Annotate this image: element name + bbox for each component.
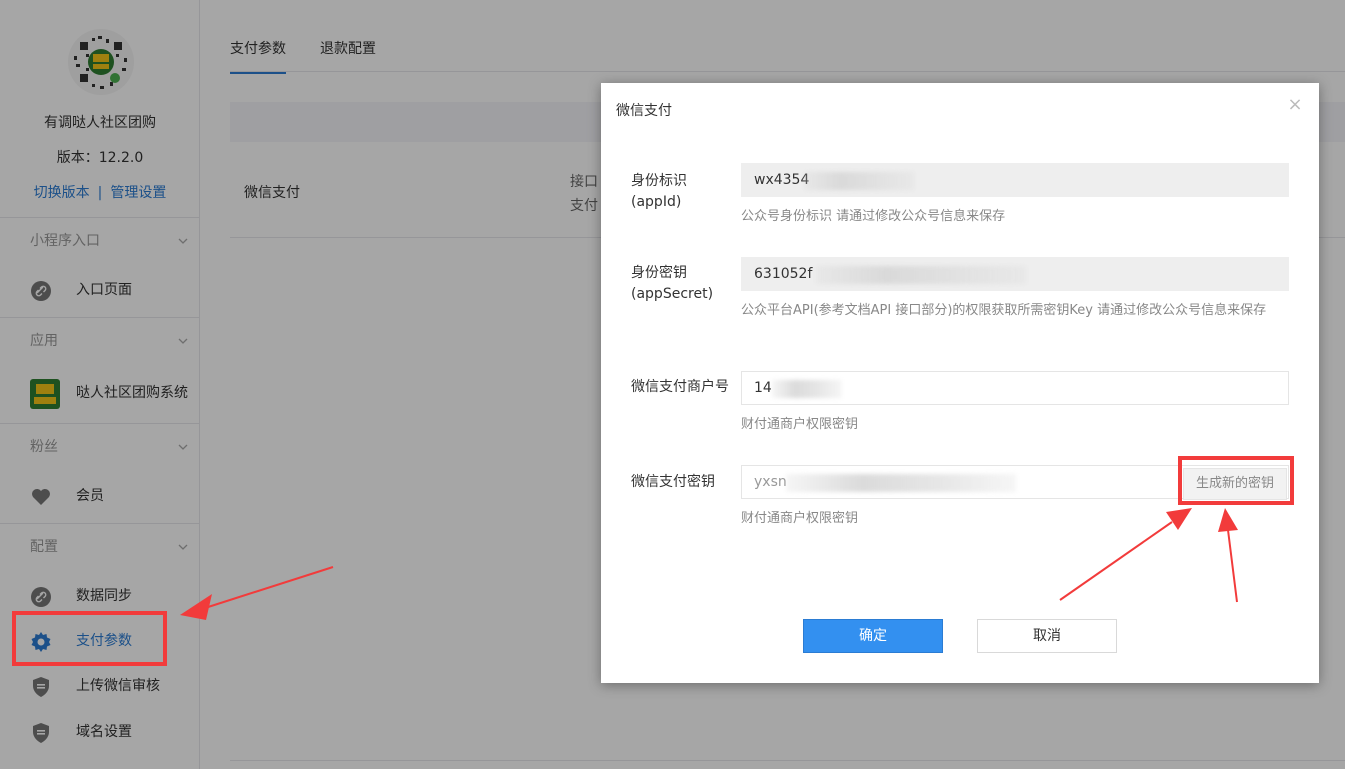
appsecret-field[interactable]: 631052f xyxy=(741,257,1289,291)
merchant-id-field[interactable]: 14 xyxy=(741,371,1289,405)
annotation-highlight-generate-key xyxy=(1178,456,1294,505)
appid-field[interactable]: wx4354 xyxy=(741,163,1289,197)
pay-key-label: 微信支付密钥 xyxy=(631,474,715,490)
appsecret-label-line: (appSecret) xyxy=(631,286,714,302)
appsecret-help: 公众平台API(参考文档API 接口部分)的权限获取所需密钥Key 请通过修改公… xyxy=(741,303,1267,318)
appid-label-line: (appId) xyxy=(631,194,682,210)
redaction-blur xyxy=(804,172,914,190)
redaction-blur xyxy=(772,380,842,398)
merchant-id-label: 微信支付商户号 xyxy=(631,379,729,395)
appid-help: 公众号身份标识 请通过修改公众号信息来保存 xyxy=(741,209,1006,224)
cancel-button[interactable]: 取消 xyxy=(977,619,1117,653)
appsecret-label-line: 身份密钥 xyxy=(631,265,687,281)
appid-value: wx4354 xyxy=(754,172,810,188)
redaction-blur xyxy=(816,266,1026,284)
annotation-highlight-payment-params xyxy=(12,611,167,666)
wechat-pay-dialog: 微信支付 × 身份标识 (appId) wx4354 公众号身份标识 请通过修改… xyxy=(601,83,1319,683)
dialog-title: 微信支付 xyxy=(616,103,672,119)
appsecret-label: 身份密钥 (appSecret) xyxy=(631,263,713,305)
merchant-id-value: 14 xyxy=(754,380,772,396)
pay-key-value: yxsn xyxy=(754,474,787,490)
redaction-blur xyxy=(786,474,1016,492)
appid-label: 身份标识 (appId) xyxy=(631,171,687,213)
confirm-button[interactable]: 确定 xyxy=(803,619,943,653)
close-icon[interactable]: × xyxy=(1287,96,1303,114)
pay-key-help: 财付通商户权限密钥 xyxy=(741,511,859,526)
appsecret-value: 631052f xyxy=(754,266,813,282)
merchant-id-help: 财付通商户权限密钥 xyxy=(741,417,859,432)
appid-label-line: 身份标识 xyxy=(631,173,687,189)
